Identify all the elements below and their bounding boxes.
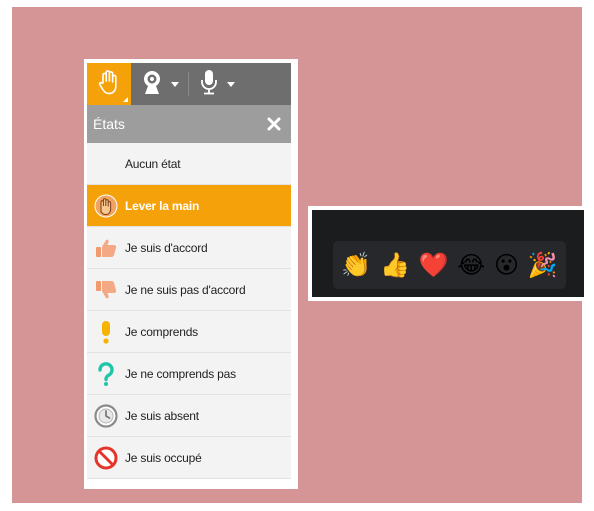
clock-icon xyxy=(87,403,125,428)
status-item-label: Je comprends xyxy=(125,324,198,339)
status-item-agree[interactable]: Je suis d'accord xyxy=(87,227,291,269)
status-item-busy[interactable]: Je suis occupé xyxy=(87,437,291,479)
no-entry-icon xyxy=(87,446,125,470)
status-item-label: Je suis occupé xyxy=(125,450,202,465)
status-item-none[interactable]: Aucun état xyxy=(87,143,291,185)
laugh-tears-emoji[interactable]: 😂 xyxy=(457,253,485,277)
webcam-button[interactable] xyxy=(131,63,189,105)
background-canvas: États Aucun état Lever la main Je suis d… xyxy=(12,7,592,503)
thumbs-up-icon xyxy=(87,236,125,260)
microphone-button[interactable] xyxy=(189,63,235,105)
status-item-label: Je ne suis pas d'accord xyxy=(125,282,246,297)
clap-emoji[interactable]: 👏 xyxy=(341,253,371,277)
thumbs-up-emoji[interactable]: 👍 xyxy=(380,253,410,277)
heart-emoji[interactable]: ❤️ xyxy=(419,253,449,277)
surprised-emoji[interactable]: 😮 xyxy=(494,253,519,277)
raise-hand-button[interactable] xyxy=(87,63,131,105)
status-item-label: Aucun état xyxy=(125,156,181,171)
status-item-not-understand[interactable]: Je ne comprends pas xyxy=(87,353,291,395)
status-item-disagree[interactable]: Je ne suis pas d'accord xyxy=(87,269,291,311)
party-popper-emoji[interactable]: 🎉 xyxy=(528,253,558,277)
webcam-icon xyxy=(141,69,163,100)
panel-title: États xyxy=(93,116,125,132)
exclamation-icon xyxy=(87,320,125,344)
reactions-background: 👏 👍 ❤️ 😂 😮 🎉 xyxy=(312,210,584,297)
status-item-raise-hand[interactable]: Lever la main xyxy=(87,185,291,227)
microphone-dropdown-caret-icon[interactable] xyxy=(227,81,235,87)
question-icon xyxy=(87,361,125,386)
status-item-label: Je suis absent xyxy=(125,408,199,423)
toolbar xyxy=(87,63,291,105)
status-item-absent[interactable]: Je suis absent xyxy=(87,395,291,437)
reactions-panel: 👏 👍 ❤️ 😂 😮 🎉 xyxy=(308,206,592,301)
panel-header: États xyxy=(87,105,291,143)
raise-hand-icon xyxy=(87,194,125,218)
raise-hand-icon xyxy=(98,69,120,100)
status-item-understand[interactable]: Je comprends xyxy=(87,311,291,353)
status-item-label: Je suis d'accord xyxy=(125,240,208,255)
status-menu: Aucun état Lever la main Je suis d'accor… xyxy=(87,143,291,479)
microphone-icon xyxy=(199,69,219,100)
webcam-dropdown-caret-icon[interactable] xyxy=(171,81,179,87)
thumbs-down-icon xyxy=(87,278,125,302)
close-icon[interactable] xyxy=(265,115,283,133)
status-item-label: Je ne comprends pas xyxy=(125,366,236,381)
status-item-label: Lever la main xyxy=(125,198,200,213)
status-panel: États Aucun état Lever la main Je suis d… xyxy=(84,59,298,489)
reactions-bar: 👏 👍 ❤️ 😂 😮 🎉 xyxy=(333,241,566,289)
